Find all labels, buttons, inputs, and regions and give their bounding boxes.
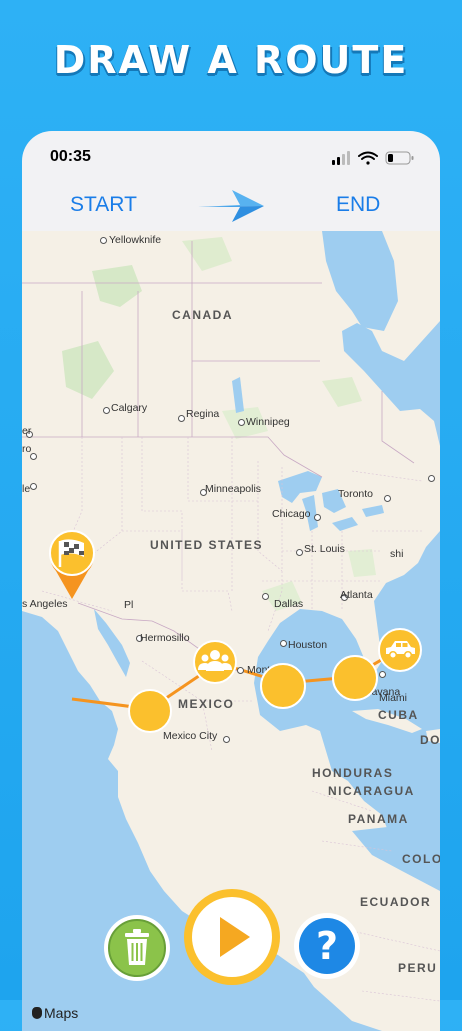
map-label-mexico: MEXICO — [178, 697, 235, 711]
group-stop-marker[interactable] — [192, 639, 238, 685]
maps-brand-label: Maps — [44, 1005, 79, 1021]
map-label-mexico-city: Mexico City — [163, 730, 218, 742]
trash-button[interactable] — [102, 913, 172, 983]
city-dot — [238, 419, 245, 426]
map-label-er: er — [22, 425, 32, 437]
map-label-minneapolis: Minneapolis — [205, 483, 262, 495]
map-label-peru: PERU — [398, 961, 438, 975]
end-button[interactable]: END — [336, 193, 380, 217]
route-stop-marker[interactable] — [332, 655, 378, 701]
city-dot — [296, 549, 303, 556]
city-dot — [280, 640, 287, 647]
headline: DRAW A ROUTE — [53, 38, 409, 82]
city-dot — [384, 495, 391, 502]
map-label-honduras: HONDURAS — [312, 766, 394, 780]
status-bar: 00:35 — [22, 131, 440, 181]
apple-logo-icon — [32, 1007, 42, 1019]
map-label-regina: Regina — [186, 408, 220, 420]
map-label-pl: Pl — [124, 599, 134, 611]
status-time: 00:35 — [50, 148, 91, 165]
map-view[interactable]: Yellowknife CANADA Calgary Regina Winnip… — [22, 231, 440, 1031]
start-button[interactable]: START — [70, 193, 137, 217]
battery-icon — [385, 151, 414, 165]
map-label-panama: PANAMA — [348, 812, 409, 826]
status-icons — [332, 151, 414, 165]
city-dot — [428, 475, 435, 482]
map-label-st-louis: St. Louis — [304, 543, 345, 555]
city-dot — [262, 593, 269, 600]
map-label-hermosillo: Hermosillo — [140, 632, 190, 644]
map-label-do-re: DO RE — [420, 733, 440, 747]
map-label-dallas: Dallas — [274, 598, 304, 610]
map-label-nicaragua: NICARAGUA — [328, 784, 415, 798]
route-stop-marker[interactable] — [260, 663, 306, 709]
phone-frame: 00:35 START END Yellowknife CANADA Calga… — [22, 131, 440, 1031]
signal-icon — [332, 151, 350, 165]
map-label-winnipeg: Winnipeg — [246, 416, 290, 428]
map-label-le: le — [22, 483, 31, 495]
apple-maps-attribution: Maps — [32, 1005, 78, 1021]
map-label-ecuador: ECUADOR — [360, 895, 432, 909]
paper-plane-icon — [198, 190, 264, 222]
play-button[interactable] — [182, 887, 282, 987]
map-label-canada: CANADA — [172, 308, 233, 322]
map-label-toronto: Toronto — [338, 488, 374, 500]
map-label-yellowknife: Yellowknife — [109, 234, 162, 246]
wifi-icon — [358, 151, 378, 165]
trash-icon — [125, 929, 149, 965]
map-label-united-states: UNITED STATES — [150, 538, 264, 552]
city-dot — [103, 407, 110, 414]
city-dot — [223, 736, 230, 743]
start-pin-marker[interactable] — [46, 527, 98, 601]
city-dot — [30, 453, 37, 460]
help-button[interactable]: ? — [292, 911, 362, 981]
city-dot — [100, 237, 107, 244]
map-label-cuba: CUBA — [378, 708, 419, 722]
map-label-colombia: COLO — [402, 852, 440, 866]
end-car-marker[interactable] — [377, 627, 423, 673]
city-dot — [314, 514, 321, 521]
map-label-atlanta: Atlanta — [340, 589, 373, 601]
route-stop-marker[interactable] — [128, 689, 172, 733]
map-label-houston: Houston — [288, 639, 328, 651]
question-mark-icon: ? — [316, 924, 338, 968]
map-label-ushi: shi — [390, 548, 404, 560]
nav-bar: START END — [22, 181, 440, 232]
map-label-calgary: Calgary — [111, 402, 148, 414]
city-dot — [30, 483, 37, 490]
city-dot — [237, 667, 244, 674]
map-label-chicago: Chicago — [272, 508, 311, 520]
city-dot — [178, 415, 185, 422]
